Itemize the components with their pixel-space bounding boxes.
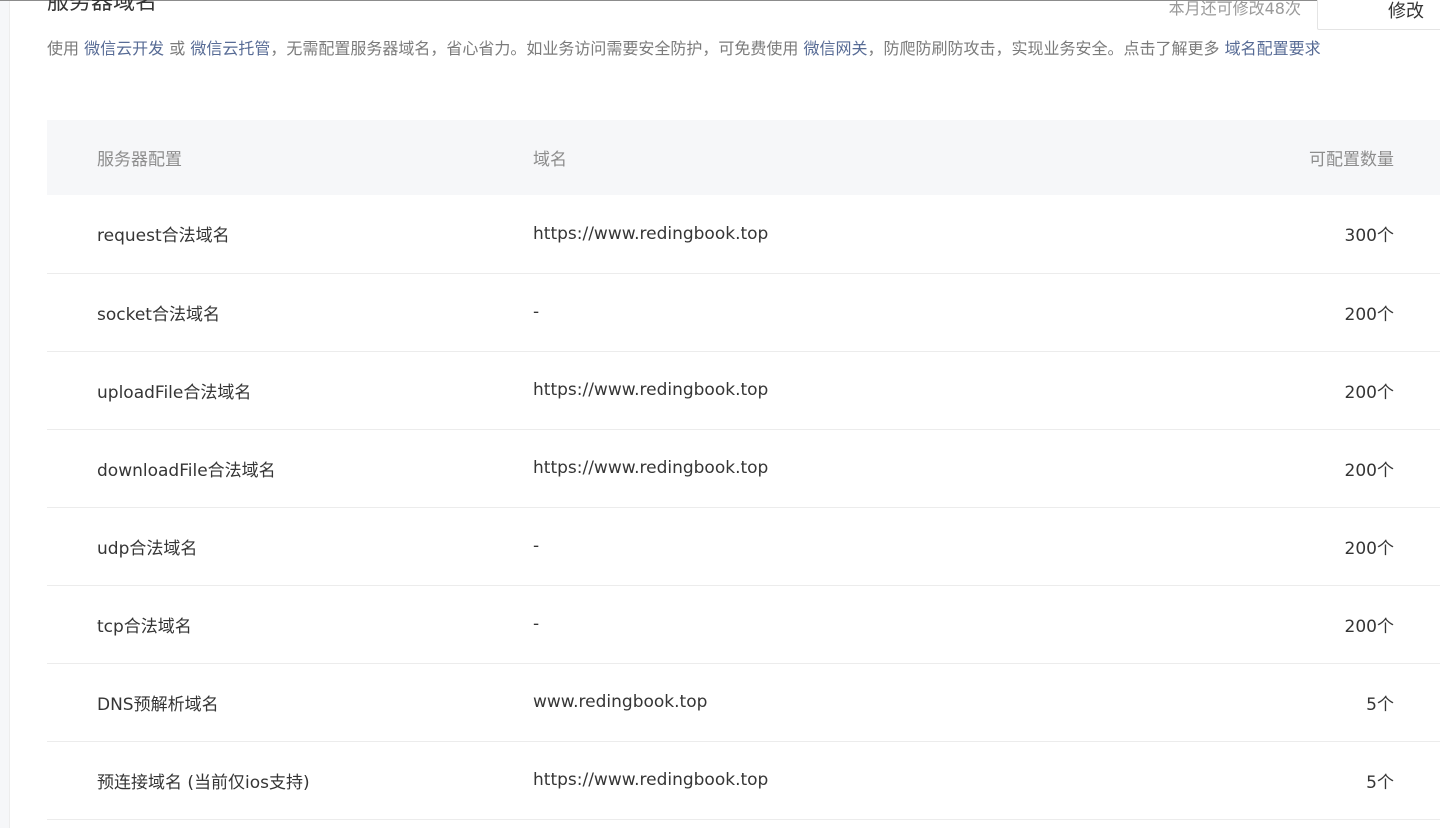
table-row: downloadFile合法域名 https://www.redingbook.… [47,429,1440,507]
header-count: 可配置数量 [1309,150,1394,170]
link-cloud-host[interactable]: 微信云托管 [190,39,270,58]
table-row: tcp合法域名 - 200个 [47,585,1440,663]
description-suffix: ，防爬防刷防攻击，实现业务安全。点击了解更多 [867,39,1220,58]
row-domain: https://www.redingbook.top [533,380,769,400]
left-rail [0,0,10,828]
row-count: 5个 [1366,772,1394,793]
row-config: request合法域名 [97,226,230,247]
row-config: socket合法域名 [97,304,220,325]
row-domain: https://www.redingbook.top [533,223,769,244]
row-domain: https://www.redingbook.top [533,770,769,790]
row-count: 200个 [1344,304,1394,325]
row-config: downloadFile合法域名 [97,460,276,481]
modify-button[interactable]: 修改 [1317,0,1440,30]
row-count: 5个 [1366,694,1394,715]
link-gateway[interactable]: 微信网关 [803,39,867,58]
description-middle: ，无需配置服务器域名，省心省力。如业务访问需要安全防护，可免费使用 [270,39,799,58]
description-or: 或 [169,39,186,58]
link-cloud-dev[interactable]: 微信云开发 [84,39,164,58]
row-domain: https://www.redingbook.top [533,458,769,478]
row-count: 200个 [1344,538,1394,559]
row-count: 200个 [1344,616,1394,637]
row-config: DNS预解析域名 [97,694,219,715]
row-count: 200个 [1344,382,1394,403]
table-header-row: 服务器配置 域名 可配置数量 [47,120,1440,195]
description-prefix: 使用 [47,39,80,58]
row-config: uploadFile合法域名 [97,382,252,403]
quota-note: 本月还可修改48次 [1168,0,1301,18]
table-row: socket合法域名 - 200个 [47,273,1440,351]
domain-table: 服务器配置 域名 可配置数量 request合法域名 https://www.r… [47,120,1440,820]
section-title: 服务器域名 [47,0,158,15]
table-row: request合法域名 https://www.redingbook.top 3… [47,195,1440,273]
row-domain: - [533,302,540,322]
row-config: 预连接域名 (当前仅ios支持) [97,772,310,793]
row-config: udp合法域名 [97,538,198,559]
row-config: tcp合法域名 [97,616,192,637]
row-count: 300个 [1344,226,1394,247]
table-row: DNS预解析域名 www.redingbook.top 5个 [47,663,1440,741]
row-domain: www.redingbook.top [533,692,708,712]
link-domain-requirements[interactable]: 域名配置要求 [1225,39,1321,58]
table-row: udp合法域名 - 200个 [47,507,1440,585]
table-row: uploadFile合法域名 https://www.redingbook.to… [47,351,1440,429]
header-domain: 域名 [533,150,567,170]
row-domain: - [533,536,540,556]
description: 使用 微信云开发 或 微信云托管，无需配置服务器域名，省心省力。如业务访问需要安… [47,35,1440,63]
table-row: 预连接域名 (当前仅ios支持) https://www.redingbook.… [47,741,1440,819]
row-count: 200个 [1344,460,1394,481]
row-domain: - [533,614,540,634]
header-config: 服务器配置 [97,150,182,170]
